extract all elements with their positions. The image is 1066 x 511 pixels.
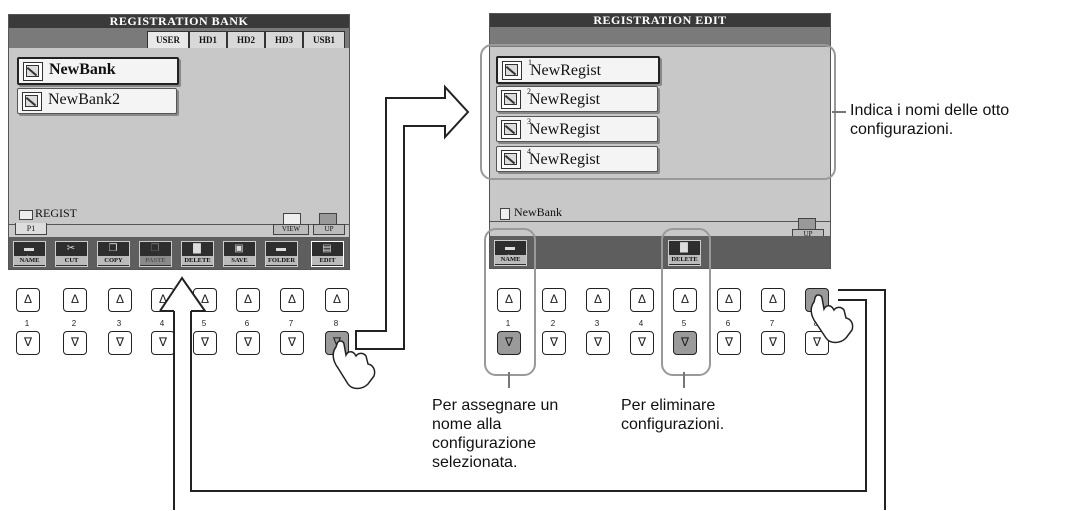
name-note: Per assegnare un nome alla configurazion… bbox=[432, 397, 559, 471]
return-arrow-head bbox=[159, 276, 207, 312]
forward-arrow-icon bbox=[355, 84, 470, 350]
delete-note: Per eliminare configurazioni. bbox=[621, 397, 725, 433]
names-note: Indica i nomi delle otto configurazioni. bbox=[850, 102, 1010, 138]
pressing-hand-icon bbox=[810, 294, 854, 344]
